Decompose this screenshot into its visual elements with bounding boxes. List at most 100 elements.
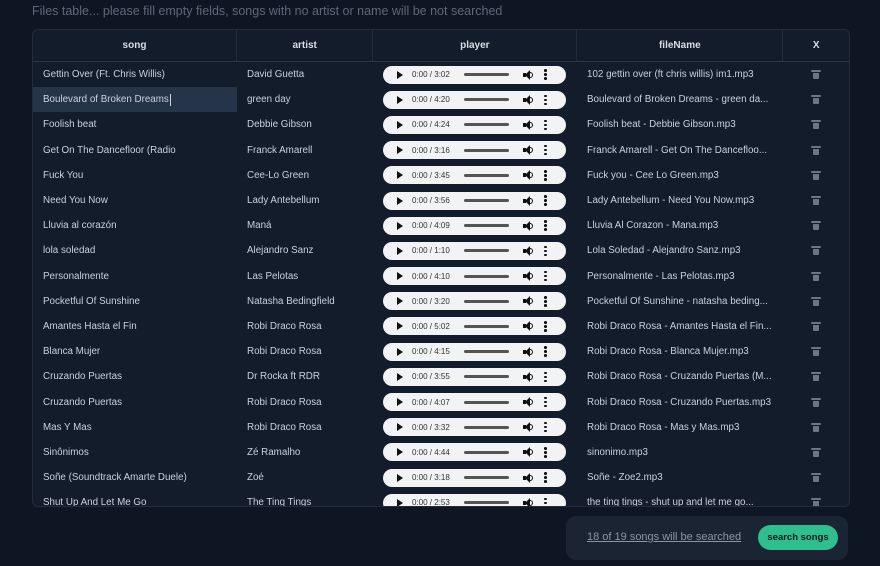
more-vert-icon[interactable] [544,195,547,206]
seek-bar[interactable] [464,375,509,379]
seek-bar[interactable] [464,350,509,354]
artist-cell[interactable]: Las Pelotas [237,264,373,289]
song-name-cell[interactable]: Lluvia al corazón [33,213,237,238]
more-vert-icon[interactable] [544,346,547,357]
volume-icon[interactable] [523,195,533,206]
artist-cell[interactable]: Robi Draco Rosa [237,415,373,440]
song-name-cell[interactable]: Pocketful Of Sunshine [33,289,237,314]
play-icon[interactable] [397,221,403,230]
more-vert-icon[interactable] [544,371,547,383]
artist-cell[interactable]: Alejandro Sanz [237,238,373,263]
play-icon[interactable] [397,322,403,331]
more-vert-icon[interactable] [544,497,547,506]
song-name-cell[interactable]: Blanca Mujer [33,339,237,364]
play-icon[interactable] [397,473,403,482]
trash-icon[interactable] [811,221,821,231]
trash-icon[interactable] [811,347,821,357]
more-vert-icon[interactable] [544,94,547,106]
seek-bar[interactable] [464,400,509,404]
more-vert-icon[interactable] [544,447,547,458]
volume-icon[interactable] [523,170,533,181]
song-name-cell[interactable]: Boulevard of Broken Dreams [33,87,237,113]
trash-icon[interactable] [811,145,821,155]
volume-icon[interactable] [523,296,533,307]
artist-cell[interactable]: Lady Antebellum [237,188,373,213]
artist-cell[interactable]: Robi Draco Rosa [237,389,373,414]
volume-icon[interactable] [523,94,533,105]
seek-bar[interactable] [464,199,509,203]
more-vert-icon[interactable] [544,220,547,231]
more-vert-icon[interactable] [544,321,547,332]
seek-bar[interactable] [464,501,509,505]
trash-icon[interactable] [811,120,821,130]
more-vert-icon[interactable] [544,270,547,282]
more-vert-icon[interactable] [544,296,547,307]
volume-icon[interactable] [523,271,533,282]
song-name-cell[interactable]: Cruzando Puertas [33,389,237,414]
song-name-cell[interactable]: Sinônimos [33,440,237,465]
volume-icon[interactable] [523,397,533,408]
volume-icon[interactable] [523,422,533,433]
song-name-cell[interactable]: Mas Y Mas [33,415,237,440]
column-header-player[interactable]: player [373,30,578,61]
search-songs-button[interactable]: search songs [758,525,838,550]
volume-icon[interactable] [523,321,533,332]
volume-icon[interactable] [523,69,533,80]
trash-icon[interactable] [811,498,821,506]
play-icon[interactable] [397,272,403,281]
trash-icon[interactable] [811,70,821,80]
artist-cell[interactable]: Dr Rocka ft RDR [237,364,373,389]
volume-icon[interactable] [523,145,533,156]
artist-cell[interactable]: David Guetta [237,62,373,87]
seek-bar[interactable] [464,224,509,228]
play-icon[interactable] [397,423,403,432]
play-icon[interactable] [397,171,403,180]
trash-icon[interactable] [811,196,821,206]
more-vert-icon[interactable] [544,69,547,80]
volume-icon[interactable] [523,119,533,130]
seek-bar[interactable] [464,249,509,253]
song-name-cell[interactable]: Soñe (Soundtrack Amarte Duele) [33,465,237,490]
songs-count-link[interactable]: 18 of 19 songs will be searched [587,531,741,543]
song-name-cell[interactable]: lola soledad [33,238,237,263]
play-icon[interactable] [397,120,403,129]
play-icon[interactable] [397,95,403,104]
play-icon[interactable] [397,246,403,255]
artist-cell[interactable]: green day [237,87,373,112]
seek-bar[interactable] [464,98,509,102]
seek-bar[interactable] [464,425,509,429]
trash-icon[interactable] [811,447,821,457]
artist-cell[interactable]: Zé Ramalho [237,440,373,465]
volume-icon[interactable] [523,472,533,483]
trash-icon[interactable] [811,321,821,331]
artist-cell[interactable]: Robi Draco Rosa [237,314,373,339]
more-vert-icon[interactable] [544,144,547,156]
play-icon[interactable] [397,70,403,79]
play-icon[interactable] [397,347,403,356]
play-icon[interactable] [397,398,403,407]
seek-bar[interactable] [464,173,509,177]
song-name-cell[interactable]: Amantes Hasta el Fin [33,314,237,339]
artist-cell[interactable]: Franck Amarell [237,138,373,163]
seek-bar[interactable] [464,450,509,454]
trash-icon[interactable] [811,296,821,306]
song-name-cell[interactable]: Shut Up And Let Me Go [33,490,237,506]
volume-icon[interactable] [523,497,533,506]
song-name-cell[interactable]: Need You Now [33,188,237,213]
more-vert-icon[interactable] [544,421,547,433]
play-icon[interactable] [397,146,403,155]
trash-icon[interactable] [811,372,821,382]
play-icon[interactable] [397,372,403,381]
seek-bar[interactable] [464,476,509,480]
trash-icon[interactable] [811,397,821,407]
song-name-cell[interactable]: Personalmente [33,264,237,289]
seek-bar[interactable] [464,148,509,152]
artist-cell[interactable]: The Ting Tings [237,490,373,506]
more-vert-icon[interactable] [544,119,547,131]
play-icon[interactable] [397,196,403,205]
seek-bar[interactable] [464,274,509,278]
more-vert-icon[interactable] [544,396,547,408]
trash-icon[interactable] [811,95,821,105]
song-name-cell[interactable]: Foolish beat [33,112,237,137]
trash-icon[interactable] [811,246,821,256]
